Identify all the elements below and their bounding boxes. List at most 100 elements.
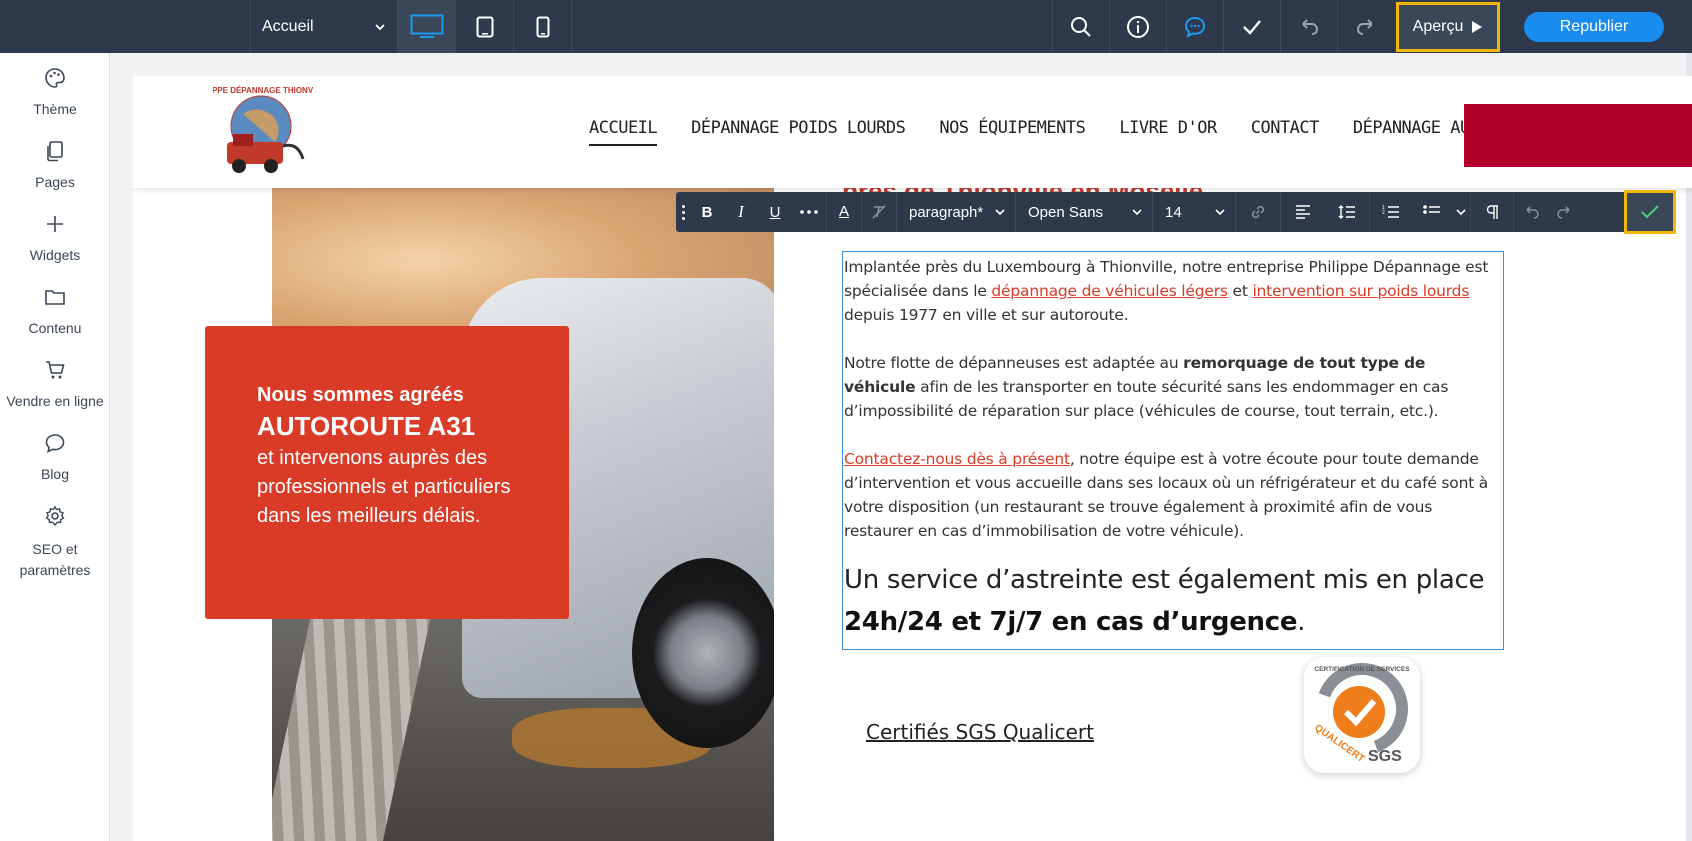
link-vehicules-legers[interactable]: dépannage de véhicules légers [991,282,1228,300]
list-options-dropdown[interactable] [1452,192,1470,232]
sidebar-item-label: Pages [35,174,75,190]
pilcrow-icon [1486,205,1498,219]
site-logo[interactable]: PHILIPPE DÉPANNAGE THIONVILLE [213,84,313,179]
ordered-list-icon: 12 [1382,205,1399,218]
paragraph-marks-button[interactable] [1471,192,1513,232]
text-span: depuis 1977 en ville et sur autoroute. [844,306,1129,324]
link-button[interactable] [1236,192,1280,232]
clear-format-button[interactable] [862,192,896,232]
search-icon [1071,16,1091,37]
rte-redo-button[interactable] [1548,192,1582,232]
palette-icon [45,68,65,88]
header-cta-button[interactable] [1464,104,1692,167]
search-button[interactable] [1052,0,1109,53]
font-family-select[interactable]: Open Sans [1016,192,1152,232]
text-span: et [1227,282,1253,300]
folder-icon [45,290,65,305]
pages-icon [47,141,63,162]
topbar-left-spacer [0,0,250,53]
validate-button[interactable] [1223,0,1280,53]
align-left-icon [1296,205,1310,219]
emergency-service-text: Un service d’astreinte est également mis… [844,559,1501,643]
chevron-down-icon [995,209,1005,216]
text-color-button[interactable]: A [827,192,861,232]
line-height-button[interactable] [1325,192,1369,232]
link-contact[interactable]: Contactez-nous dès à présent [844,450,1070,468]
sidebar-item-shop[interactable]: Vendre en ligne [0,359,110,409]
left-sidebar: Thème Pages Widgets Contenu Vendre en li… [0,53,110,841]
font-size-select[interactable]: 14 [1153,192,1235,232]
site-nav: ACCUEIL DÉPANNAGE POIDS LOURDS NOS ÉQUIP… [589,118,1490,146]
sidebar-item-blog[interactable]: Blog [0,432,110,482]
text-span: . [1297,607,1306,637]
autoroute-info-box: Nous sommes agréés AUTOROUTE A31 et inte… [205,326,569,619]
link-poids-lourds[interactable]: intervention sur poids lourds [1252,282,1469,300]
text-span: Un service d’astreinte est également mis… [844,565,1485,595]
certification-link[interactable]: Certifiés SGS Qualicert [866,720,1094,744]
sidebar-item-widgets[interactable]: Widgets [0,213,110,263]
paragraph-intro: Implantée près du Luxembourg à Thionvill… [844,255,1501,327]
check-icon [1641,205,1659,219]
align-button[interactable] [1281,192,1325,232]
nav-item-contact[interactable]: CONTACT [1251,118,1320,146]
sidebar-item-content[interactable]: Contenu [0,286,110,336]
photo-wheel [632,558,774,748]
bullet-list-icon [1423,205,1440,214]
more-formatting-button[interactable] [792,192,826,232]
info-icon [1127,15,1149,38]
preview-label: Aperçu [1412,17,1464,35]
sidebar-item-theme[interactable]: Thème [0,67,110,117]
nav-item-accueil[interactable]: ACCUEIL [589,118,658,146]
top-toolbar: Accueil Aperçu Republier [0,0,1692,53]
link-icon [1251,205,1265,219]
bullet-list-button[interactable] [1412,192,1452,232]
confirm-edit-button[interactable] [1624,190,1676,234]
undo-button[interactable] [1280,0,1337,53]
bold-text: 24h/24 et 7j/7 en cas d’urgence [844,607,1298,637]
badge-right-text: SGS [1368,748,1402,765]
rich-text-toolbar: B I U A paragraph* Open Sans 14 12 [676,190,1676,234]
paragraph-contact: Contactez-nous dès à présent, notre équi… [844,447,1501,543]
nav-item-livre-dor[interactable]: LIVRE D'OR [1119,118,1217,146]
sidebar-item-label: Blog [40,466,70,482]
comments-button[interactable] [1166,0,1223,53]
info-button[interactable] [1109,0,1166,53]
red-box-line2: AUTOROUTE A31 [257,411,476,441]
rte-undo-button[interactable] [1514,192,1548,232]
nav-item-depannage-poids-lourds[interactable]: DÉPANNAGE POIDS LOURDS [691,118,906,146]
redo-button[interactable] [1337,0,1394,53]
plus-icon [47,216,63,232]
nav-item-nos-equipements[interactable]: NOS ÉQUIPEMENTS [939,118,1086,146]
tablet-view-button[interactable] [456,0,514,53]
red-box-line1: Nous sommes agréés [257,384,464,406]
page-select-dropdown[interactable]: Accueil [250,0,398,53]
chevron-down-icon [1132,209,1142,216]
preview-button[interactable]: Aperçu [1396,1,1500,52]
chat-bubble-icon [45,434,65,453]
underline-button[interactable]: U [758,192,792,232]
mobile-view-button[interactable] [514,0,572,53]
sidebar-item-label: Contenu [28,320,82,336]
bold-button[interactable]: B [690,192,724,232]
sidebar-item-pages[interactable]: Pages [0,140,110,190]
gear-icon [45,505,65,527]
sidebar-item-seo-settings[interactable]: SEO et paramètres [0,505,110,581]
redo-icon [1557,206,1570,219]
editable-text-block[interactable]: Implantée près du Luxembourg à Thionvill… [842,251,1504,650]
page-select-value: Accueil [262,17,314,35]
cart-icon [46,361,65,379]
desktop-view-button[interactable] [398,0,456,53]
block-format-select[interactable]: paragraph* [897,192,1015,232]
redo-icon [1356,18,1373,35]
chevron-down-icon [375,23,385,30]
chat-bubble-icon [1184,16,1206,38]
italic-button[interactable]: I [724,192,758,232]
sidebar-item-label: Vendre en ligne [6,393,104,409]
text-span: Notre flotte de dépanneuses est adaptée … [844,354,1184,372]
drag-handle-icon[interactable] [676,204,690,220]
check-icon [1243,19,1261,35]
ordered-list-button[interactable]: 12 [1370,192,1412,232]
font-family-value: Open Sans [1028,203,1104,221]
republish-button[interactable]: Republier [1524,11,1664,42]
sidebar-item-label: SEO et paramètres [19,541,91,578]
